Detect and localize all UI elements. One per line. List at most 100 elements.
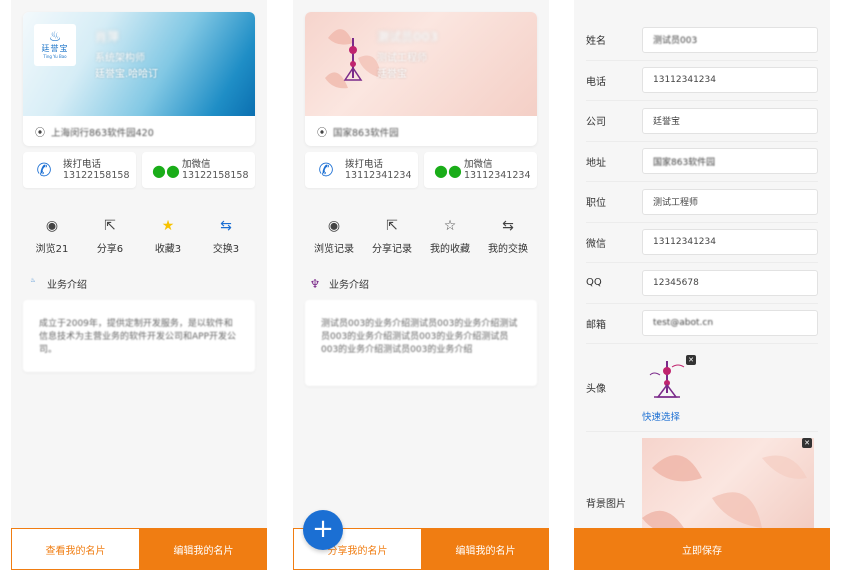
stat-exchanges-label: 交换3 (212, 244, 240, 255)
bottom-bar: 立即保存 (574, 528, 830, 570)
call-number: 13112341234 (345, 170, 412, 181)
tower-avatar-icon (649, 360, 685, 398)
address-text: 国家863软件园 (333, 127, 399, 139)
card-view-panel-1: ♨ 廷誉宝 Ting Yu Bao 肖萍 系统架构师 廷誉宝.哈哈订 ⦿ 上海闵… (11, 0, 267, 570)
field-label: 职位 (586, 198, 606, 210)
remove-avatar-icon[interactable]: ✕ (686, 354, 696, 365)
intro-text: 测试员003的业务介绍测试员003的业务介绍测试员003的业务介绍测试员003的… (305, 300, 537, 386)
stat-favorites-label: 收藏3 (154, 244, 182, 255)
card-address: ⦿ 上海闵行863软件园420 (35, 124, 154, 140)
field-label: 邮箱 (586, 319, 606, 331)
field-label: 公司 (586, 117, 606, 129)
business-card[interactable]: ♨ 廷誉宝 Ting Yu Bao 肖萍 系统架构师 廷誉宝.哈哈订 ⦿ 上海闵… (23, 12, 255, 146)
share-icon: ⇱ (386, 218, 398, 234)
card-company: 廷誉宝 (377, 69, 407, 80)
mini-logo-icon: ♨ (30, 276, 36, 284)
edit-card-panel: 姓名 测试员003 电话 13112341234 公司 廷誉宝 地址 国家863… (574, 0, 830, 570)
logo-en-text: Ting Yu Bao (43, 54, 67, 59)
contact-row: ✆ 拨打电话 13112341234 ●● 加微信 13112341234 (305, 152, 537, 188)
bottom-bar: 查看我的名片 编辑我的名片 (11, 528, 267, 570)
wechat-button[interactable]: ●● 加微信 13112341234 (424, 152, 537, 188)
field-wechat: 微信 13112341234 (586, 223, 818, 263)
logo-cn-text: 廷誉宝 (41, 44, 69, 53)
edit-my-card-button[interactable]: 编辑我的名片 (422, 528, 549, 570)
stat-shares-label: 分享记录 (372, 244, 412, 255)
card-address: ⦿ 国家863软件园 (317, 124, 399, 140)
stat-exchanges[interactable]: ⇆ 我的交换 (479, 218, 537, 255)
avatar-picker[interactable]: ✕ 快速选择 (642, 353, 696, 423)
business-card[interactable]: 测试员003 测试工程师 廷誉宝 ⦿ 国家863软件园 (305, 12, 537, 146)
company-logo: ♨ 廷誉宝 Ting Yu Bao (34, 24, 76, 66)
eye-icon: ◉ (45, 218, 59, 234)
quick-pick-link[interactable]: 快速选择 (642, 409, 680, 423)
field-label: QQ (586, 277, 602, 289)
field-label: 地址 (586, 157, 606, 169)
intro-text: 成立于2009年，提供定制开发服务，是以软件和信息技术为主营业务的软件开发公司和… (23, 300, 255, 372)
card-title: 系统架构师 (95, 53, 145, 64)
remove-background-icon[interactable]: ✕ (802, 438, 812, 448)
field-email: 邮箱 test@abot.cn (586, 304, 818, 344)
stat-favorites[interactable]: ★ 收藏3 (139, 218, 197, 255)
position-input[interactable]: 测试工程师 (642, 188, 818, 215)
wechat-icon: ●● (152, 160, 180, 180)
phone-icon: ✆ (36, 159, 52, 181)
eye-icon: ◉ (327, 218, 341, 234)
star-outline-icon: ☆ (443, 218, 457, 234)
company-input[interactable]: 廷誉宝 (642, 107, 818, 134)
wechat-button[interactable]: ●● 加微信 13122158158 (142, 152, 255, 188)
wechat-label: 加微信 (182, 159, 211, 170)
field-address: 地址 国家863软件园 (586, 142, 818, 182)
share-icon: ⇱ (104, 218, 116, 234)
view-my-card-button[interactable]: 查看我的名片 (11, 528, 140, 570)
stat-favorites[interactable]: ☆ 我的收藏 (421, 218, 479, 255)
edit-my-card-button[interactable]: 编辑我的名片 (140, 528, 267, 570)
stat-shares[interactable]: ⇱ 分享6 (81, 218, 139, 255)
field-label: 电话 (586, 76, 606, 88)
stat-exchanges[interactable]: ⇆ 交换3 (197, 218, 255, 255)
card-name: 测试员003 (377, 30, 439, 44)
call-number: 13122158158 (63, 170, 130, 181)
location-pin-icon: ⦿ (317, 128, 327, 139)
stat-shares-label: 分享6 (96, 244, 124, 255)
email-input[interactable]: test@abot.cn (642, 310, 818, 337)
stat-views[interactable]: ◉ 浏览21 (23, 218, 81, 255)
field-background: 背景图片 ✕ (586, 432, 818, 548)
intro-title: 业务介绍 (47, 280, 87, 291)
field-qq: QQ 12345678 (586, 263, 818, 304)
stat-shares[interactable]: ⇱ 分享记录 (363, 218, 421, 255)
card-title: 测试工程师 (377, 53, 427, 64)
wechat-number: 13122158158 (182, 170, 249, 181)
stat-views[interactable]: ◉ 浏览记录 (305, 218, 363, 255)
qq-input[interactable]: 12345678 (642, 269, 818, 296)
save-button[interactable]: 立即保存 (574, 528, 830, 570)
card-view-panel-2: 测试员003 测试工程师 廷誉宝 ⦿ 国家863软件园 ✆ 拨打电话 13112… (293, 0, 549, 570)
stats-row: ◉ 浏览记录 ⇱ 分享记录 ☆ 我的收藏 ⇆ 我的交换 (305, 218, 537, 255)
field-phone: 电话 13112341234 (586, 61, 818, 101)
intro-title: 业务介绍 (329, 280, 369, 291)
stat-exchanges-label: 我的交换 (488, 244, 528, 255)
phone-input[interactable]: 13112341234 (642, 67, 818, 94)
avatar-label: 头像 (586, 384, 606, 395)
wechat-icon: ●● (434, 160, 462, 180)
call-button[interactable]: ✆ 拨打电话 13112341234 (305, 152, 418, 188)
swap-icon: ⇆ (220, 218, 232, 234)
field-name: 姓名 测试员003 (586, 20, 818, 61)
address-text: 上海闵行863软件园420 (51, 127, 154, 139)
card-name: 肖萍 (95, 30, 120, 44)
field-company: 公司 廷誉宝 (586, 101, 818, 142)
wechat-number: 13112341234 (464, 170, 531, 181)
add-fab-button[interactable]: + (303, 510, 343, 550)
phone-icon: ✆ (318, 159, 334, 181)
field-label: 微信 (586, 238, 606, 250)
intro-heading: ♆ 业务介绍 (307, 276, 369, 292)
name-input[interactable]: 测试员003 (642, 26, 818, 53)
stat-favorites-label: 我的收藏 (430, 244, 470, 255)
wechat-input[interactable]: 13112341234 (642, 229, 818, 256)
location-pin-icon: ⦿ (35, 128, 45, 139)
call-button[interactable]: ✆ 拨打电话 13122158158 (23, 152, 136, 188)
contact-row: ✆ 拨打电话 13122158158 ●● 加微信 13122158158 (23, 152, 255, 188)
address-input[interactable]: 国家863软件园 (642, 148, 818, 175)
swap-icon: ⇆ (502, 218, 514, 234)
field-avatar: 头像 ✕ 快速选择 (586, 344, 818, 432)
stat-views-label: 浏览记录 (314, 244, 354, 255)
